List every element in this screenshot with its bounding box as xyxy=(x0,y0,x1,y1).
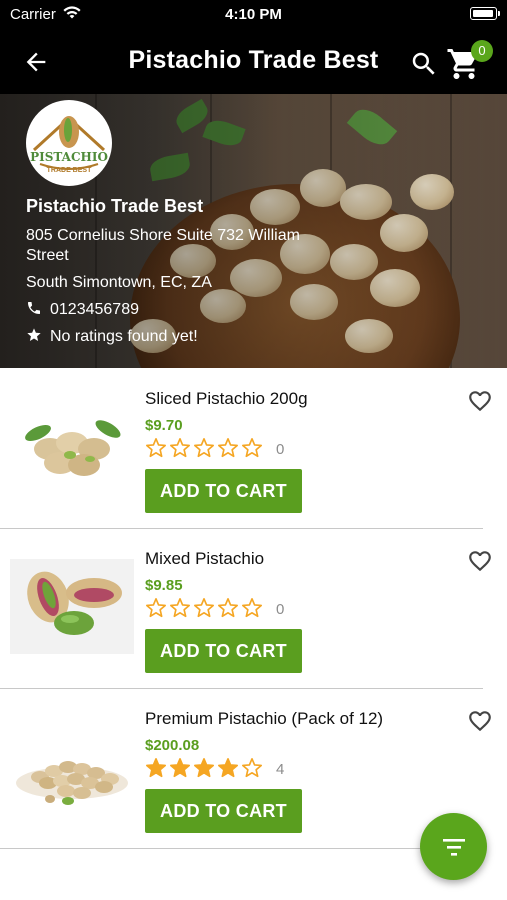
logo-subtext: TRADE BEST xyxy=(46,167,92,174)
clock: 4:10 PM xyxy=(225,6,282,23)
product-rating-stars xyxy=(145,757,265,781)
product-image xyxy=(10,399,134,494)
store-rating-text: No ratings found yet! xyxy=(50,328,198,345)
store-phone[interactable]: 0123456789 xyxy=(26,300,326,321)
star-outline-icon xyxy=(242,758,262,778)
product-rating-count: 0 xyxy=(276,601,285,618)
star-icon xyxy=(26,327,44,348)
product-name[interactable]: Premium Pistachio (Pack of 12) xyxy=(145,709,383,729)
add-to-cart-button[interactable]: ADD TO CART xyxy=(145,789,302,833)
store-address-line2: South Simontown, EC, ZA xyxy=(26,274,212,291)
store-rating: No ratings found yet! xyxy=(26,327,326,348)
product-price: $9.85 xyxy=(145,577,183,594)
product-card[interactable]: Sliced Pistachio 200g $9.70 0 ADD TO CAR… xyxy=(0,369,507,529)
star-outline-icon xyxy=(218,438,238,458)
search-icon[interactable] xyxy=(409,49,439,79)
star-outline-icon xyxy=(170,598,190,618)
heart-outline-icon[interactable] xyxy=(466,548,494,574)
battery-icon xyxy=(470,7,500,20)
filter-icon xyxy=(443,839,465,856)
store-name: Pistachio Trade Best xyxy=(26,196,204,216)
star-filled-icon xyxy=(194,758,214,778)
phone-number: 0123456789 xyxy=(50,301,139,318)
filter-button[interactable] xyxy=(420,813,487,880)
product-image xyxy=(10,559,134,654)
product-rating-count: 4 xyxy=(276,761,285,778)
product-rating-count: 0 xyxy=(276,441,285,458)
product-card[interactable]: Mixed Pistachio $9.85 0 ADD TO CART xyxy=(0,529,507,689)
product-price: $9.70 xyxy=(145,417,183,434)
product-price: $200.08 xyxy=(145,737,200,754)
heart-outline-icon[interactable] xyxy=(466,708,494,734)
product-rating-stars xyxy=(145,597,265,621)
star-outline-icon xyxy=(194,438,214,458)
product-name[interactable]: Sliced Pistachio 200g xyxy=(145,389,308,409)
star-outline-icon xyxy=(146,598,166,618)
star-outline-icon xyxy=(194,598,214,618)
status-bar: Carrier 4:10 PM xyxy=(0,0,507,30)
star-filled-icon xyxy=(218,758,238,778)
cart-count-badge: 0 xyxy=(471,40,493,62)
app-header: Pistachio Trade Best 0 xyxy=(0,30,507,94)
phone-icon xyxy=(26,300,44,321)
logo-text: PISTACHIO xyxy=(30,150,108,164)
star-outline-icon xyxy=(218,598,238,618)
store-logo: PISTACHIO TRADE BEST xyxy=(26,100,112,186)
product-image xyxy=(10,719,134,814)
store-address-line1: 805 Cornelius Shore Suite 732 William St… xyxy=(26,227,300,264)
heart-outline-icon[interactable] xyxy=(466,388,494,414)
star-outline-icon xyxy=(242,438,262,458)
star-outline-icon xyxy=(242,598,262,618)
star-outline-icon xyxy=(146,438,166,458)
divider xyxy=(0,848,483,849)
add-to-cart-button[interactable]: ADD TO CART xyxy=(145,469,302,513)
product-rating-stars xyxy=(145,437,265,461)
star-filled-icon xyxy=(170,758,190,778)
star-filled-icon xyxy=(146,758,166,778)
product-name[interactable]: Mixed Pistachio xyxy=(145,549,264,569)
add-to-cart-button[interactable]: ADD TO CART xyxy=(145,629,302,673)
star-outline-icon xyxy=(170,438,190,458)
